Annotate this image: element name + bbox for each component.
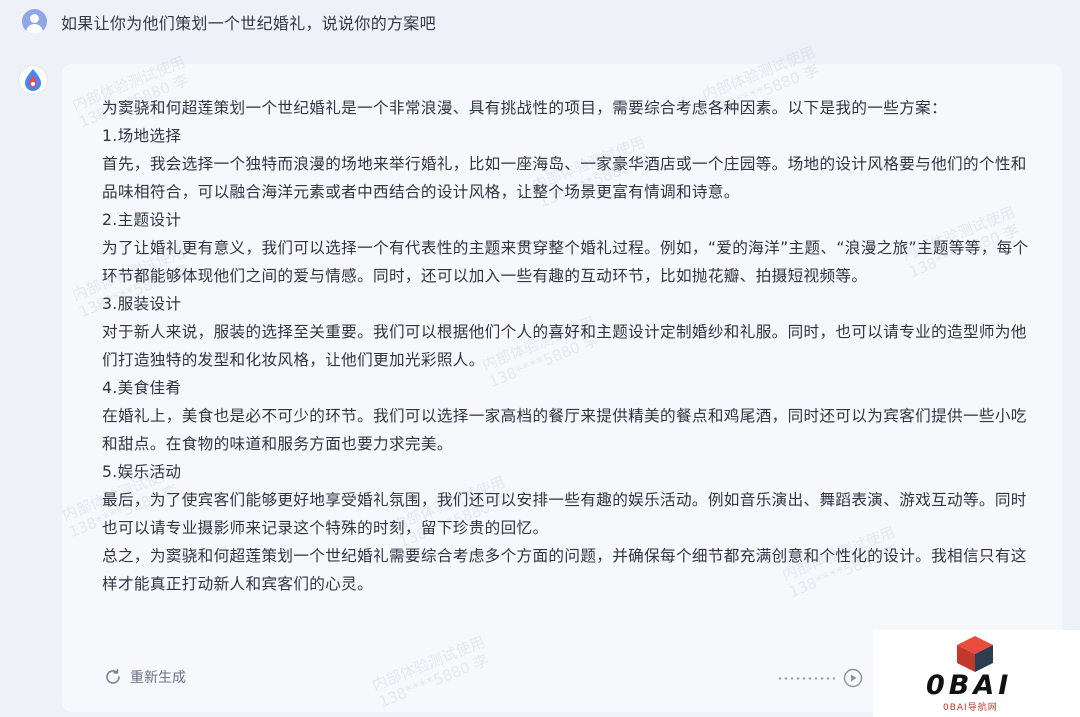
answer-paragraph: 最后，为了使宾客们能够更好地享受婚礼氛围，我们还可以安排一些有趣的娱乐活动。例如… — [102, 491, 1027, 537]
answer-paragraph: 首先，我会选择一个独特而浪漫的场地来举行婚礼，比如一座海岛、一家豪华酒店或一个庄… — [102, 155, 1027, 201]
answer-paragraph: 为窦骁和何超莲策划一个世纪婚礼是一个非常浪漫、具有挑战性的项目，需要综合考虑各种… — [102, 99, 948, 117]
logo-subtext: 0BAI导航网 — [943, 703, 998, 713]
bot-logo-icon — [19, 66, 47, 94]
answer-paragraph: 对于新人来说，服装的选择至关重要。我们可以根据他们个人的喜好和主题设计定制婚纱和… — [102, 323, 1027, 369]
site-logo: 0BAI 0BAI导航网 — [873, 630, 1080, 717]
watermark: 内部体验测试使用 138****5880 李 — [369, 632, 492, 712]
dots-indicator — [777, 676, 835, 680]
regenerate-button[interactable]: 重新生成 — [104, 667, 186, 687]
answer-card: 内部体验测试使用 138****5880 李 内部体验测试使用 138****588… — [60, 43, 1062, 712]
cube-icon — [957, 636, 993, 672]
answer-paragraph: 在婚礼上，美食也是必不可少的环节。我们可以选择一家高档的餐厅来提供精美的餐点和鸡… — [102, 407, 1027, 453]
read-aloud-control[interactable] — [777, 668, 863, 688]
user-message-row: 如果让你为他们策划一个世纪婚礼，说说你的方案吧 — [22, 9, 436, 34]
section-heading: 1.场地选择 — [102, 127, 182, 145]
user-avatar-icon — [22, 9, 47, 34]
chat-page: 如果让你为他们策划一个世纪婚礼，说说你的方案吧 内部体验测试使用 138****5… — [0, 0, 1080, 717]
answer-paragraph: 总之，为窦骁和何超莲策划一个世纪婚礼需要综合考虑多个方面的问题，并确保每个细节都… — [102, 547, 1027, 593]
answer-text: 为窦骁和何超莲策划一个世纪婚礼是一个非常浪漫、具有挑战性的项目，需要综合考虑各种… — [102, 94, 1042, 598]
logo-text: 0BAI — [926, 670, 1013, 701]
section-heading: 5.娱乐活动 — [102, 463, 182, 481]
regenerate-label: 重新生成 — [130, 670, 186, 686]
play-circle-icon[interactable] — [843, 668, 863, 688]
section-heading: 4.美食佳肴 — [102, 379, 182, 397]
refresh-icon — [106, 669, 120, 684]
section-heading: 3.服装设计 — [102, 295, 182, 313]
answer-paragraph: 为了让婚礼更有意义，我们可以选择一个有代表性的主题来贯穿整个婚礼过程。例如，“爱… — [102, 239, 1029, 285]
user-question-text: 如果让你为他们策划一个世纪婚礼，说说你的方案吧 — [61, 13, 436, 33]
section-heading: 2.主题设计 — [102, 211, 182, 229]
